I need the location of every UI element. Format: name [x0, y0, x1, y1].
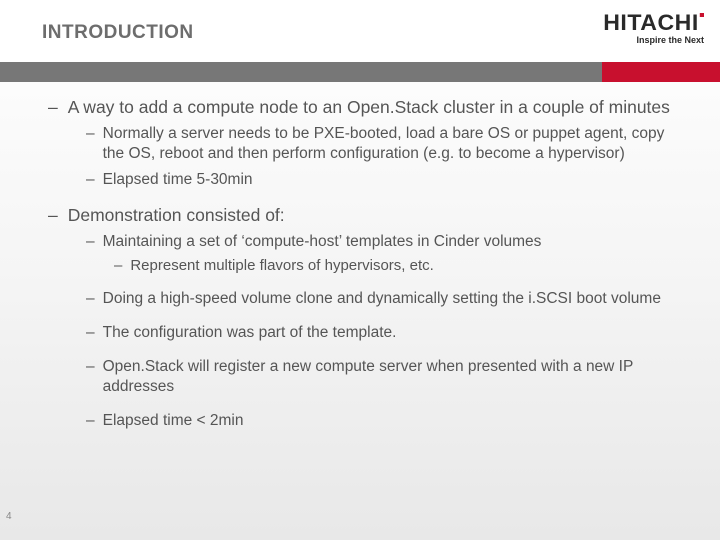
bullet-dash-icon: –: [86, 289, 103, 309]
list-item: – Elapsed time 5-30min: [86, 170, 672, 190]
list-item: – A way to add a compute node to an Open…: [48, 96, 672, 190]
bullet-text: A way to add a compute node to an Open.S…: [68, 96, 672, 118]
logo-dot-icon: [700, 13, 704, 17]
list-item: – Maintaining a set of ‘compute-host’ te…: [86, 232, 672, 275]
bullet-dash-icon: –: [86, 232, 103, 252]
sub-list: – Normally a server needs to be PXE-boot…: [48, 124, 672, 189]
bullet-text: Doing a high-speed volume clone and dyna…: [103, 289, 672, 309]
bullet-dash-icon: –: [48, 204, 68, 226]
list-item: – Represent multiple flavors of hypervis…: [114, 256, 672, 275]
list-item: – The configuration was part of the temp…: [86, 323, 672, 343]
slide-body: – A way to add a compute node to an Open…: [0, 82, 720, 430]
list-item: – Elapsed time < 2min: [86, 411, 672, 431]
bullet-text: Open.Stack will register a new compute s…: [103, 357, 672, 397]
page-number: 4: [6, 511, 12, 522]
accent-bar-gray: [0, 62, 602, 82]
accent-bar: [0, 62, 720, 82]
sub-sub-list: – Represent multiple flavors of hypervis…: [86, 256, 672, 275]
bullet-dash-icon: –: [86, 357, 103, 397]
list-item: – Normally a server needs to be PXE-boot…: [86, 124, 672, 164]
bullet-text: Maintaining a set of ‘compute-host’ temp…: [103, 232, 672, 252]
list-item: – Doing a high-speed volume clone and dy…: [86, 289, 672, 309]
bullet-dash-icon: –: [114, 256, 130, 275]
logo-text: HITACHI: [603, 12, 704, 34]
bullet-dash-icon: –: [86, 411, 103, 431]
slide-header: INTRODUCTION HITACHI Inspire the Next: [0, 0, 720, 62]
brand-logo: HITACHI Inspire the Next: [608, 12, 704, 45]
bullet-dash-icon: –: [86, 323, 103, 343]
bullet-text: Elapsed time < 2min: [103, 411, 672, 431]
slide-title: INTRODUCTION: [42, 22, 194, 44]
bullet-text: Demonstration consisted of:: [68, 204, 672, 226]
bullet-dash-icon: –: [86, 124, 103, 164]
sub-list: – Maintaining a set of ‘compute-host’ te…: [48, 232, 672, 430]
logo-main-text: HITACHI: [603, 10, 699, 35]
bullet-dash-icon: –: [86, 170, 103, 190]
bullet-text: Elapsed time 5-30min: [103, 170, 672, 190]
bullet-text: Normally a server needs to be PXE-booted…: [103, 124, 672, 164]
logo-tagline: Inspire the Next: [608, 35, 704, 45]
accent-bar-red: [602, 62, 720, 82]
bullet-text: The configuration was part of the templa…: [103, 323, 672, 343]
bullet-list: – A way to add a compute node to an Open…: [48, 96, 672, 430]
bullet-dash-icon: –: [48, 96, 68, 118]
bullet-text: Represent multiple flavors of hypervisor…: [130, 256, 672, 275]
list-item: – Open.Stack will register a new compute…: [86, 357, 672, 397]
list-item: – Demonstration consisted of: – Maintain…: [48, 204, 672, 431]
